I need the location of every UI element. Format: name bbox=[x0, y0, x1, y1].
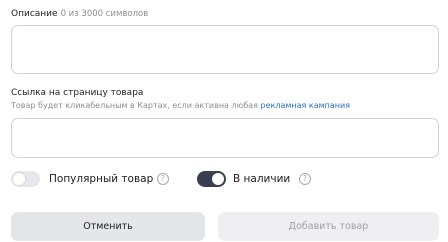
description-label: Описание bbox=[11, 9, 58, 19]
popular-product-toggle-knob bbox=[13, 173, 25, 185]
in-stock-help-icon[interactable]: ? bbox=[299, 173, 311, 185]
description-counter: 0 из 3000 символов bbox=[60, 9, 149, 19]
in-stock-toggle[interactable] bbox=[197, 171, 226, 187]
product-link-hint-text: Товар будет кликабельным в Картах, если … bbox=[11, 101, 261, 110]
product-link-label: Ссылка на страницу товара bbox=[11, 88, 144, 98]
product-link-input[interactable] bbox=[11, 118, 439, 158]
description-label-row: Описание 0 из 3000 символов bbox=[11, 8, 148, 20]
in-stock-label: В наличии bbox=[233, 173, 291, 185]
cancel-button[interactable]: Отменить bbox=[11, 212, 205, 241]
product-link-hint: Товар будет кликабельным в Картах, если … bbox=[11, 100, 350, 111]
popular-product-label: Популярный товар bbox=[49, 173, 154, 185]
add-product-button[interactable]: Добавить товар bbox=[218, 212, 439, 241]
popular-product-help-icon[interactable]: ? bbox=[157, 173, 169, 185]
description-textarea[interactable] bbox=[11, 25, 439, 74]
ad-campaign-link[interactable]: рекламная кампания bbox=[261, 101, 351, 110]
popular-product-toggle[interactable] bbox=[11, 171, 40, 187]
in-stock-toggle-knob bbox=[212, 173, 224, 185]
